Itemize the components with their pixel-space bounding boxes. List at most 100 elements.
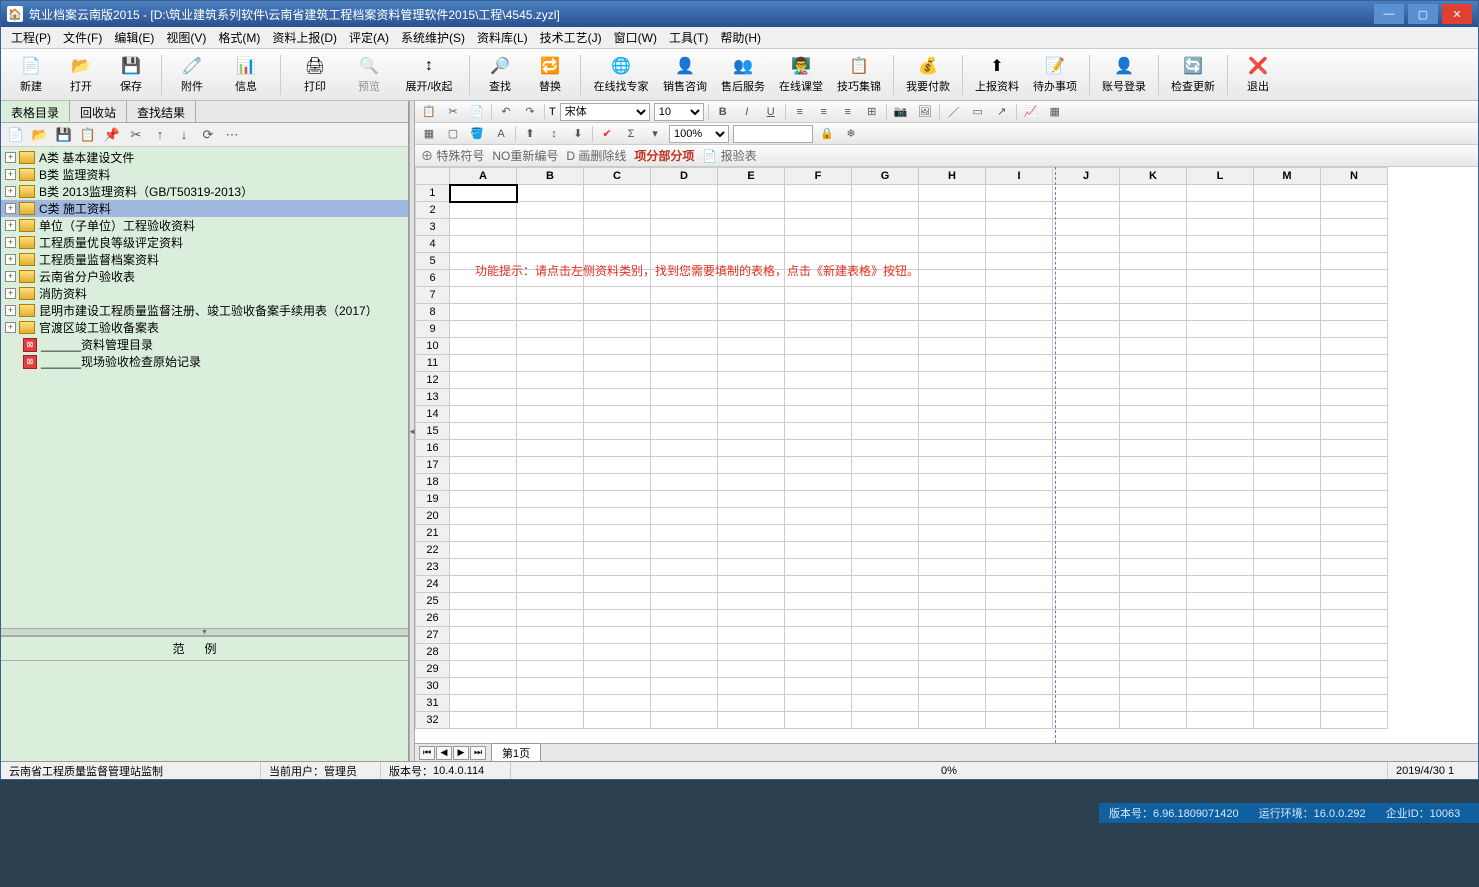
cell-K22[interactable] [1120, 542, 1187, 559]
cell-B25[interactable] [517, 593, 584, 610]
cell-A32[interactable] [450, 712, 517, 729]
cell-N10[interactable] [1321, 338, 1388, 355]
cell-N24[interactable] [1321, 576, 1388, 593]
menu-item-7[interactable]: 系统维护(S) [395, 27, 471, 48]
cell-F2[interactable] [785, 202, 852, 219]
cell-K4[interactable] [1120, 236, 1187, 253]
report-button[interactable]: 📄 报验表 [702, 147, 756, 164]
cell-A2[interactable] [450, 202, 517, 219]
cell-N30[interactable] [1321, 678, 1388, 695]
cam-icon[interactable]: 📷 [891, 103, 911, 121]
expand-icon[interactable]: + [5, 220, 16, 231]
zoom-select[interactable]: 100% [669, 125, 729, 143]
cell-M29[interactable] [1254, 661, 1321, 678]
cell-L6[interactable] [1187, 270, 1254, 287]
pay-button[interactable]: 💰我要付款 [900, 51, 956, 99]
cell-G4[interactable] [852, 236, 919, 253]
cell-I1[interactable] [986, 185, 1053, 202]
cell-B31[interactable] [517, 695, 584, 712]
cell-C23[interactable] [584, 559, 651, 576]
cell-L24[interactable] [1187, 576, 1254, 593]
cell-K28[interactable] [1120, 644, 1187, 661]
cell-H20[interactable] [919, 508, 986, 525]
menu-item-6[interactable]: 评定(A) [343, 27, 395, 48]
cell-A24[interactable] [450, 576, 517, 593]
cell-C19[interactable] [584, 491, 651, 508]
cell-J10[interactable] [1053, 338, 1120, 355]
cell-H22[interactable] [919, 542, 986, 559]
cell-C20[interactable] [584, 508, 651, 525]
cell-E13[interactable] [718, 389, 785, 406]
cell-E12[interactable] [718, 372, 785, 389]
cell-H7[interactable] [919, 287, 986, 304]
cell-B11[interactable] [517, 355, 584, 372]
cell-E11[interactable] [718, 355, 785, 372]
cell-I9[interactable] [986, 321, 1053, 338]
cell-M17[interactable] [1254, 457, 1321, 474]
cell-D15[interactable] [651, 423, 718, 440]
cell-F22[interactable] [785, 542, 852, 559]
check-icon[interactable]: ✔ [597, 125, 617, 143]
cell-M16[interactable] [1254, 440, 1321, 457]
cell-A22[interactable] [450, 542, 517, 559]
cut-icon[interactable]: ✂ [443, 103, 463, 121]
cell-B22[interactable] [517, 542, 584, 559]
cell-L11[interactable] [1187, 355, 1254, 372]
cell-K12[interactable] [1120, 372, 1187, 389]
cell-D26[interactable] [651, 610, 718, 627]
cell-J5[interactable] [1053, 253, 1120, 270]
cell-L10[interactable] [1187, 338, 1254, 355]
redo-icon[interactable]: ↷ [520, 103, 540, 121]
cell-H21[interactable] [919, 525, 986, 542]
row-header-16[interactable]: 16 [416, 440, 450, 457]
expand-icon[interactable]: + [5, 288, 16, 299]
menu-item-4[interactable]: 格式(M) [212, 27, 266, 48]
undo-icon[interactable]: ↶ [496, 103, 516, 121]
expand-icon[interactable]: + [5, 186, 16, 197]
cell-N9[interactable] [1321, 321, 1388, 338]
cell-I16[interactable] [986, 440, 1053, 457]
cell-N20[interactable] [1321, 508, 1388, 525]
cell-C16[interactable] [584, 440, 651, 457]
cell-H18[interactable] [919, 474, 986, 491]
col-header-H[interactable]: H [919, 168, 986, 185]
last-sheet-button[interactable]: ⏭ [470, 746, 486, 760]
cell-B2[interactable] [517, 202, 584, 219]
cell-A27[interactable] [450, 627, 517, 644]
cell-M10[interactable] [1254, 338, 1321, 355]
cell-B12[interactable] [517, 372, 584, 389]
cell-L3[interactable] [1187, 219, 1254, 236]
cell-H2[interactable] [919, 202, 986, 219]
tree-new-icon[interactable]: 📄 [5, 125, 27, 145]
tips-button[interactable]: 📋技巧集锦 [831, 51, 887, 99]
cell-I18[interactable] [986, 474, 1053, 491]
cell-L19[interactable] [1187, 491, 1254, 508]
cell-N18[interactable] [1321, 474, 1388, 491]
paste-icon[interactable]: 📄 [467, 103, 487, 121]
cell-A13[interactable] [450, 389, 517, 406]
cell-A12[interactable] [450, 372, 517, 389]
cell-L22[interactable] [1187, 542, 1254, 559]
cell-F7[interactable] [785, 287, 852, 304]
cell-M25[interactable] [1254, 593, 1321, 610]
tree-save-icon[interactable]: 💾 [53, 125, 75, 145]
cell-E21[interactable] [718, 525, 785, 542]
cell-A4[interactable] [450, 236, 517, 253]
cell-F11[interactable] [785, 355, 852, 372]
cell-F27[interactable] [785, 627, 852, 644]
cell-D12[interactable] [651, 372, 718, 389]
cell-E8[interactable] [718, 304, 785, 321]
cell-A18[interactable] [450, 474, 517, 491]
cell-J24[interactable] [1053, 576, 1120, 593]
cell-D25[interactable] [651, 593, 718, 610]
cell-C12[interactable] [584, 372, 651, 389]
service-button[interactable]: 👥售后服务 [715, 51, 771, 99]
update-button[interactable]: 🔄检查更新 [1165, 51, 1221, 99]
cell-B20[interactable] [517, 508, 584, 525]
cell-M31[interactable] [1254, 695, 1321, 712]
cell-K31[interactable] [1120, 695, 1187, 712]
cell-K21[interactable] [1120, 525, 1187, 542]
col-header-B[interactable]: B [517, 168, 584, 185]
cell-M30[interactable] [1254, 678, 1321, 695]
cell-M2[interactable] [1254, 202, 1321, 219]
